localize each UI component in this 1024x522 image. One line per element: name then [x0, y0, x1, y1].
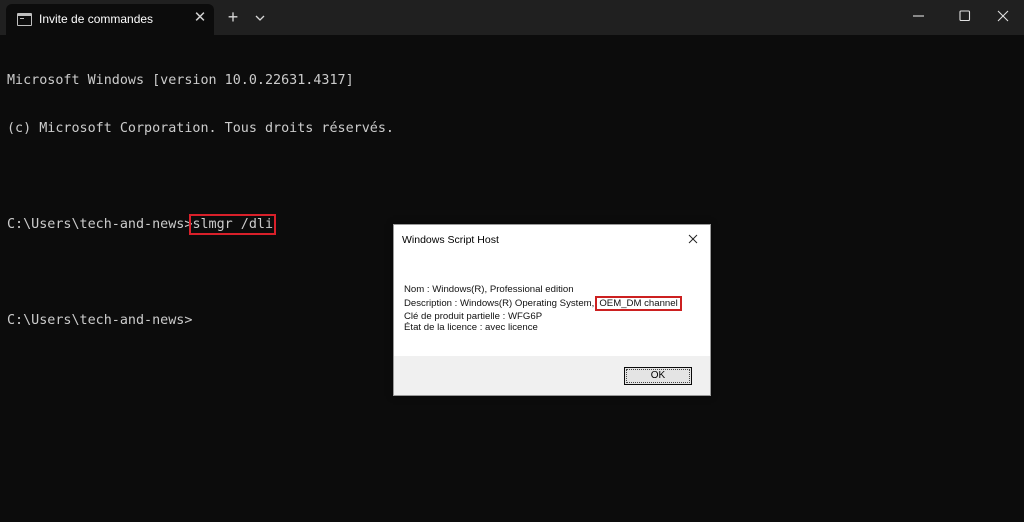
terminal-icon [17, 13, 32, 26]
close-window-button[interactable] [978, 0, 1024, 32]
tab-close-icon[interactable]: ✕ [192, 10, 208, 26]
dialog-close-button[interactable] [684, 230, 702, 248]
terminal-line-version: Microsoft Windows [version 10.0.22631.43… [7, 73, 354, 88]
command-text: slmgr /dli [189, 214, 277, 235]
terminal-prompt-line[interactable]: C:\Users\tech-and-news> [7, 313, 394, 329]
terminal-command-line: C:\Users\tech-and-news>slmgr /dli [7, 214, 394, 235]
dialog-body: Nom : Windows(R), Professional edition D… [394, 258, 710, 354]
close-icon [688, 234, 698, 244]
script-host-dialog: Windows Script Host Nom : Windows(R), Pr… [393, 224, 711, 396]
minimize-icon [913, 15, 924, 17]
license-description-line: Description : Windows(R) Operating Syste… [404, 295, 682, 311]
new-tab-plus-icon[interactable]: + [224, 8, 242, 26]
terminal-output[interactable]: Microsoft Windows [version 10.0.22631.43… [7, 41, 394, 345]
license-state-line: État de la licence : avec licence [404, 322, 538, 334]
dialog-title: Windows Script Host [402, 234, 499, 246]
tab-title: Invite de commandes [39, 12, 154, 26]
title-bar: Invite de commandes ✕ + [0, 0, 1024, 35]
partial-key-line: Clé de produit partielle : WFG6P [404, 310, 543, 322]
chevron-down-icon[interactable] [252, 10, 268, 26]
license-name-line: Nom : Windows(R), Professional edition [404, 284, 574, 295]
oem-channel-highlight: OEM_DM channel [595, 295, 682, 311]
close-icon [997, 10, 1009, 22]
tab-command-prompt[interactable]: Invite de commandes ✕ [6, 4, 214, 35]
terminal-line-copyright: (c) Microsoft Corporation. Tous droits r… [7, 121, 394, 136]
dialog-footer: OK [394, 356, 710, 395]
minimize-button[interactable] [896, 0, 942, 32]
terminal-prompt: C:\Users\tech-and-news> [7, 217, 193, 232]
ok-button[interactable]: OK [624, 367, 692, 385]
description-text: Description : Windows(R) Operating Syste… [404, 297, 595, 309]
dialog-message: Nom : Windows(R), Professional edition D… [404, 284, 682, 334]
